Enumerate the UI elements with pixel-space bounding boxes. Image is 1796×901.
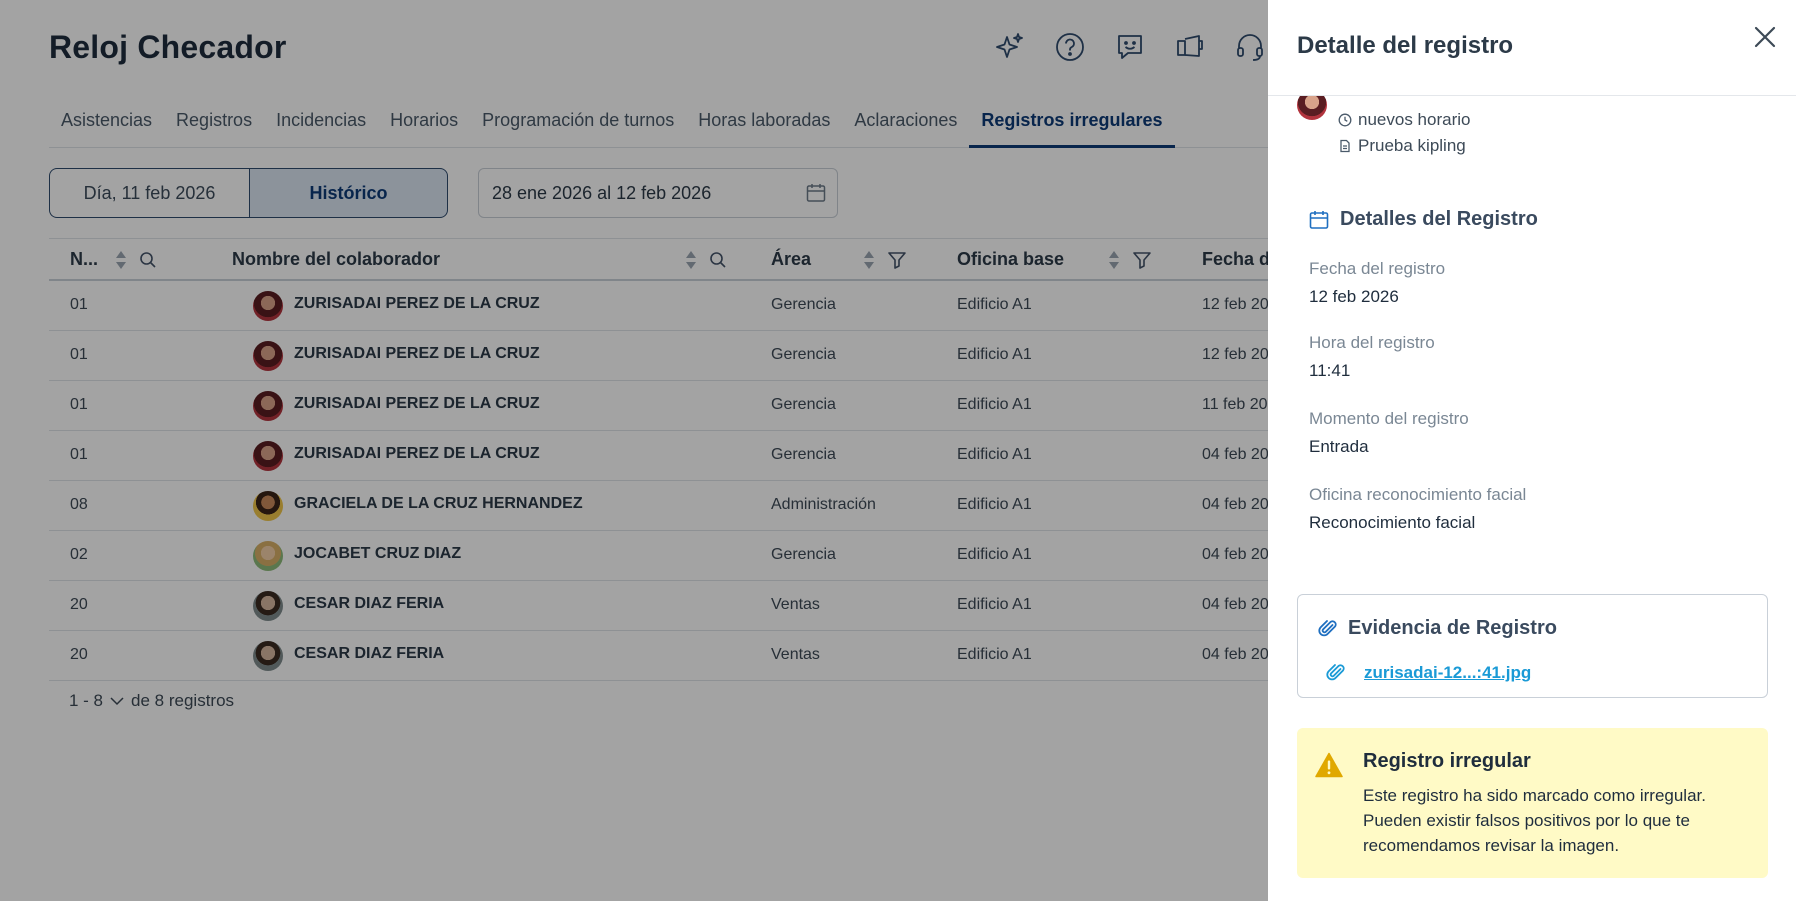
details-section-title: Detalles del Registro <box>1308 208 1538 231</box>
alert-text: Este registro ha sido marcado como irreg… <box>1363 786 1706 855</box>
close-icon[interactable] <box>1750 22 1780 52</box>
clock-icon <box>1338 113 1352 127</box>
field-label: Hora del registro <box>1309 333 1435 352</box>
evidence-file-link[interactable]: zurisadai-12...:41.jpg <box>1326 663 1531 683</box>
details-title-text: Detalles del Registro <box>1340 208 1538 230</box>
field-label: Oficina reconocimiento facial <box>1309 485 1527 504</box>
evidence-file-name: zurisadai-12...:41.jpg <box>1364 663 1532 682</box>
paperclip-icon <box>1318 619 1337 636</box>
evidence-card: Evidencia de Registro zurisadai-12...:41… <box>1297 594 1768 698</box>
field-label: Fecha del registro <box>1309 259 1446 278</box>
schedule-label: nuevos horario <box>1358 110 1471 129</box>
field-label: Momento del registro <box>1309 409 1469 428</box>
field-value: Entrada <box>1309 437 1369 456</box>
policy-label: Prueba kipling <box>1358 136 1466 155</box>
field-value: 12 feb 2026 <box>1309 287 1399 306</box>
calendar-icon <box>1309 210 1329 229</box>
employee-schedule: nuevos horario <box>1338 110 1470 130</box>
paperclip-icon <box>1326 664 1345 681</box>
document-icon <box>1340 139 1350 153</box>
evidence-title: Evidencia de Registro <box>1318 617 1557 640</box>
field-momento: Momento del registro Entrada <box>1309 409 1469 457</box>
irregular-alert: Registro irregular Este registro ha sido… <box>1297 728 1768 878</box>
field-oficina: Oficina reconocimiento facial Reconocimi… <box>1309 485 1526 533</box>
alert-title: Registro irregular <box>1363 750 1531 772</box>
drawer-title: Detalle del registro <box>1297 32 1514 59</box>
drawer-body: CEO nuevos horario Prueba kipling Detall… <box>1268 82 1796 901</box>
field-value: 11:41 <box>1309 361 1351 380</box>
field-hora: Hora del registro 11:41 <box>1309 333 1435 381</box>
evidence-title-text: Evidencia de Registro <box>1348 617 1557 639</box>
field-value: Reconocimiento facial <box>1309 513 1476 532</box>
field-fecha: Fecha del registro 12 feb 2026 <box>1309 259 1445 307</box>
record-detail-drawer: Detalle del registro CEO nuevos horario … <box>1268 0 1796 901</box>
warning-icon <box>1315 752 1343 778</box>
employee-policy: Prueba kipling <box>1338 136 1466 156</box>
drawer-header: Detalle del registro <box>1268 0 1796 96</box>
